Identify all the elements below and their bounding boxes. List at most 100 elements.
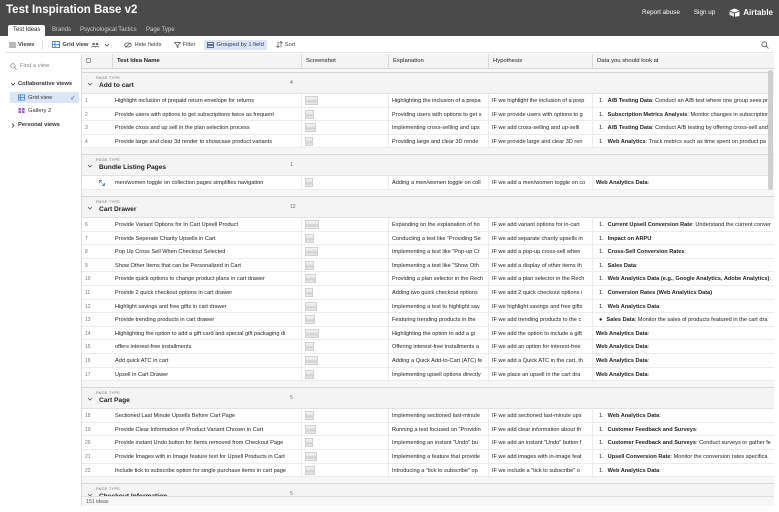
explanation-cell[interactable]: Implementing sectioned last-minute [388, 409, 488, 423]
screenshot-thumbnail[interactable] [305, 356, 318, 365]
screenshot-thumbnail[interactable] [305, 178, 313, 188]
sort-button[interactable]: Sort [273, 39, 299, 50]
tab-brands[interactable]: Brands [47, 25, 76, 36]
screenshot-cell[interactable] [301, 134, 388, 149]
test-idea-name-cell[interactable]: Provide users with options to get subscr… [112, 108, 301, 122]
data-cell[interactable]: 1. Customer Feedback and Surveys: [592, 422, 774, 437]
hypothesis-cell[interactable]: IF we add variant options for in-cart [488, 218, 592, 232]
data-cell[interactable]: 1. Web Analytics Data: [592, 409, 774, 423]
test-idea-name-cell[interactable]: Show Other Items that can be Personalize… [112, 259, 301, 273]
table-row[interactable]: 1 Highlight inclusion of prepaid return e… [82, 94, 774, 108]
chevron-down-icon[interactable] [87, 82, 93, 87]
explanation-cell[interactable]: Adding a men/women toggle on coll [388, 176, 488, 190]
explanation-cell[interactable]: Implementing a feature that provide [388, 450, 488, 464]
hypothesis-cell[interactable]: IF we add the option to include a gift [488, 326, 592, 341]
explanation-cell[interactable]: Implementing a test like "Show Oth [388, 258, 488, 273]
hypothesis-cell[interactable]: IF we add cross-selling and up-selli [488, 121, 592, 135]
test-idea-name-cell[interactable]: Upsell in Cart Drawer [112, 368, 301, 382]
table-row[interactable]: 10 Provide quick options to change produc… [82, 272, 774, 286]
table-row[interactable]: 19 Provide Clear Information of Product V… [82, 422, 774, 437]
data-cell[interactable]: Web Analytics Data: [592, 176, 774, 190]
hypothesis-cell[interactable]: IF we add a Quick ATC in the cart, th [488, 354, 592, 368]
explanation-cell[interactable]: Conducting a test like "Providing Se [388, 231, 488, 246]
column-header-screenshot[interactable]: Screenshot [301, 54, 388, 69]
table-row[interactable]: 18 Sectioned Last Minute Upsells Before C… [82, 409, 774, 423]
test-idea-name-cell[interactable]: Provide quick options to change product … [112, 272, 301, 286]
screenshot-thumbnail[interactable] [305, 465, 315, 475]
hypothesis-cell[interactable]: IF we add clear information about th [488, 422, 592, 437]
collaborative-views-section[interactable]: Collaborative views [10, 81, 72, 87]
column-header-hypothesis[interactable]: Hypothesis [488, 54, 592, 69]
screenshot-cell[interactable] [301, 218, 388, 232]
tab-page-type[interactable]: Page Type [141, 25, 180, 36]
group-header[interactable]: PAGE TYPE Bundle Listing Pages 1 [82, 154, 774, 177]
table-row[interactable]: 2 Provide users with options to get subsc… [82, 107, 774, 122]
data-cell[interactable]: 1. Upsell Conversion Rate: Monitor the co… [592, 450, 774, 464]
table-row[interactable]: men/women toggle on collection pages sim… [82, 176, 774, 190]
test-idea-name-cell[interactable]: Provide Variant Options for In Cart Upse… [112, 218, 301, 232]
screenshot-thumbnail[interactable] [305, 247, 318, 257]
data-cell[interactable]: 1. Impact on ARPU: [592, 231, 774, 246]
data-cell[interactable]: 1. Customer Feedback and Surveys: Conduct… [592, 436, 774, 450]
screenshot-thumbnail[interactable] [305, 288, 313, 297]
explanation-cell[interactable]: Providing large and clear 3D rende [388, 134, 488, 149]
table-row[interactable]: 11 Provide 2 quick checkout options in ca… [82, 286, 774, 300]
data-cell[interactable]: 1. Sales Data: [592, 258, 774, 273]
sidebar-view-gallery[interactable]: Gallery 2 [10, 105, 79, 116]
hypothesis-cell[interactable]: IF we provide users with options to g [488, 107, 592, 122]
grid-view-switcher[interactable]: Grid view [49, 39, 115, 50]
data-cell[interactable]: 1. Web Analytics Data (e.g., Google Analy… [592, 272, 774, 286]
screenshot-cell[interactable] [301, 94, 388, 108]
screenshot-cell[interactable] [301, 107, 388, 122]
screenshot-cell[interactable] [301, 299, 388, 314]
data-cell[interactable]: 1. Conversion Rates (Web Analytics Data) [592, 286, 774, 300]
screenshot-cell[interactable] [301, 463, 388, 478]
screenshot-cell[interactable] [301, 258, 388, 273]
data-cell[interactable]: 1. Current Upsell Conversion Rate: Unders… [592, 218, 774, 232]
hypothesis-cell[interactable]: IF we add 2 quick checkout options i [488, 286, 592, 300]
hypothesis-cell[interactable]: IF we add a plan selector in the Rech [488, 272, 592, 286]
data-cell[interactable]: 1. A/B Testing Data: Conduct A/B testing … [592, 121, 774, 135]
explanation-cell[interactable]: Featuring trending products in the [388, 313, 488, 327]
column-header-explanation[interactable]: Explanation [388, 54, 488, 69]
test-idea-name-cell[interactable]: Add quick ATC in cart [112, 354, 301, 368]
test-idea-name-cell[interactable]: Provide trending products in cart drawer [112, 313, 301, 327]
explanation-cell[interactable]: Expanding on the explanation of ho [388, 218, 488, 232]
views-button[interactable]: Views [6, 39, 44, 50]
explanation-cell[interactable]: Adding two quick checkout options [388, 286, 488, 300]
explanation-cell[interactable]: Highlighting the option to add a gi [388, 326, 488, 341]
sidebar-view-grid[interactable]: Grid view ✓ [10, 92, 79, 103]
screenshot-cell[interactable] [301, 354, 388, 368]
explanation-cell[interactable]: Implementing an instant "Undo" bu [388, 436, 488, 450]
screenshot-cell[interactable] [301, 176, 388, 190]
chevron-down-icon[interactable] [87, 206, 93, 211]
tab-psychological-tactics[interactable]: Psychological Tactics [75, 25, 142, 36]
explanation-cell[interactable]: Highlighting the inclusion of a prepa [388, 94, 488, 108]
column-header-data[interactable]: Data you should look at [592, 54, 774, 69]
group-header[interactable]: PAGE TYPE Add to cart 4 [82, 72, 774, 94]
table-row[interactable]: 17 Upsell in Cart Drawer Implementing upse… [82, 367, 774, 382]
screenshot-thumbnail[interactable] [305, 109, 314, 119]
vertical-scrollbar[interactable] [768, 70, 773, 190]
screenshot-thumbnail[interactable] [305, 328, 319, 338]
data-cell[interactable]: Web Analytics Data: [592, 354, 774, 368]
test-idea-name-cell[interactable]: Highlighting the option to add a gift ca… [112, 327, 301, 341]
test-idea-name-cell[interactable]: Provide cross and up sell in the plan se… [112, 121, 301, 135]
explanation-cell[interactable]: Providing users with options to get s [388, 107, 488, 122]
test-idea-name-cell[interactable]: Provide Images with in Image feature tex… [112, 450, 301, 464]
test-idea-name-cell[interactable]: Provide 2 quick checkout options in cart… [112, 286, 301, 300]
hypothesis-cell[interactable]: IF we add a men/women toggle on co [488, 176, 592, 190]
screenshot-thumbnail[interactable] [305, 452, 317, 461]
sign-up-link[interactable]: Sign up [694, 9, 715, 16]
data-cell[interactable]: 1. Web Analytics: Track metrics such as t… [592, 134, 774, 149]
screenshot-cell[interactable] [301, 436, 388, 450]
table-row[interactable]: 7 Provide Seperate Charity Upsells in Car… [82, 231, 774, 246]
group-header[interactable]: PAGE TYPE Cart Page 5 [82, 387, 774, 410]
data-cell[interactable]: 1. Web Analytics Data: [592, 463, 774, 478]
report-abuse-link[interactable]: Report abuse [642, 9, 680, 16]
test-idea-name-cell[interactable]: offers interest-free installments [112, 340, 301, 354]
column-header-test-idea-name[interactable]: Test Idea Name [112, 54, 301, 69]
test-idea-name-cell[interactable]: Include tick to subscribe option for sin… [112, 464, 301, 478]
data-cell[interactable]: Web Analytics Data: [592, 340, 774, 354]
screenshot-cell[interactable] [301, 245, 388, 259]
